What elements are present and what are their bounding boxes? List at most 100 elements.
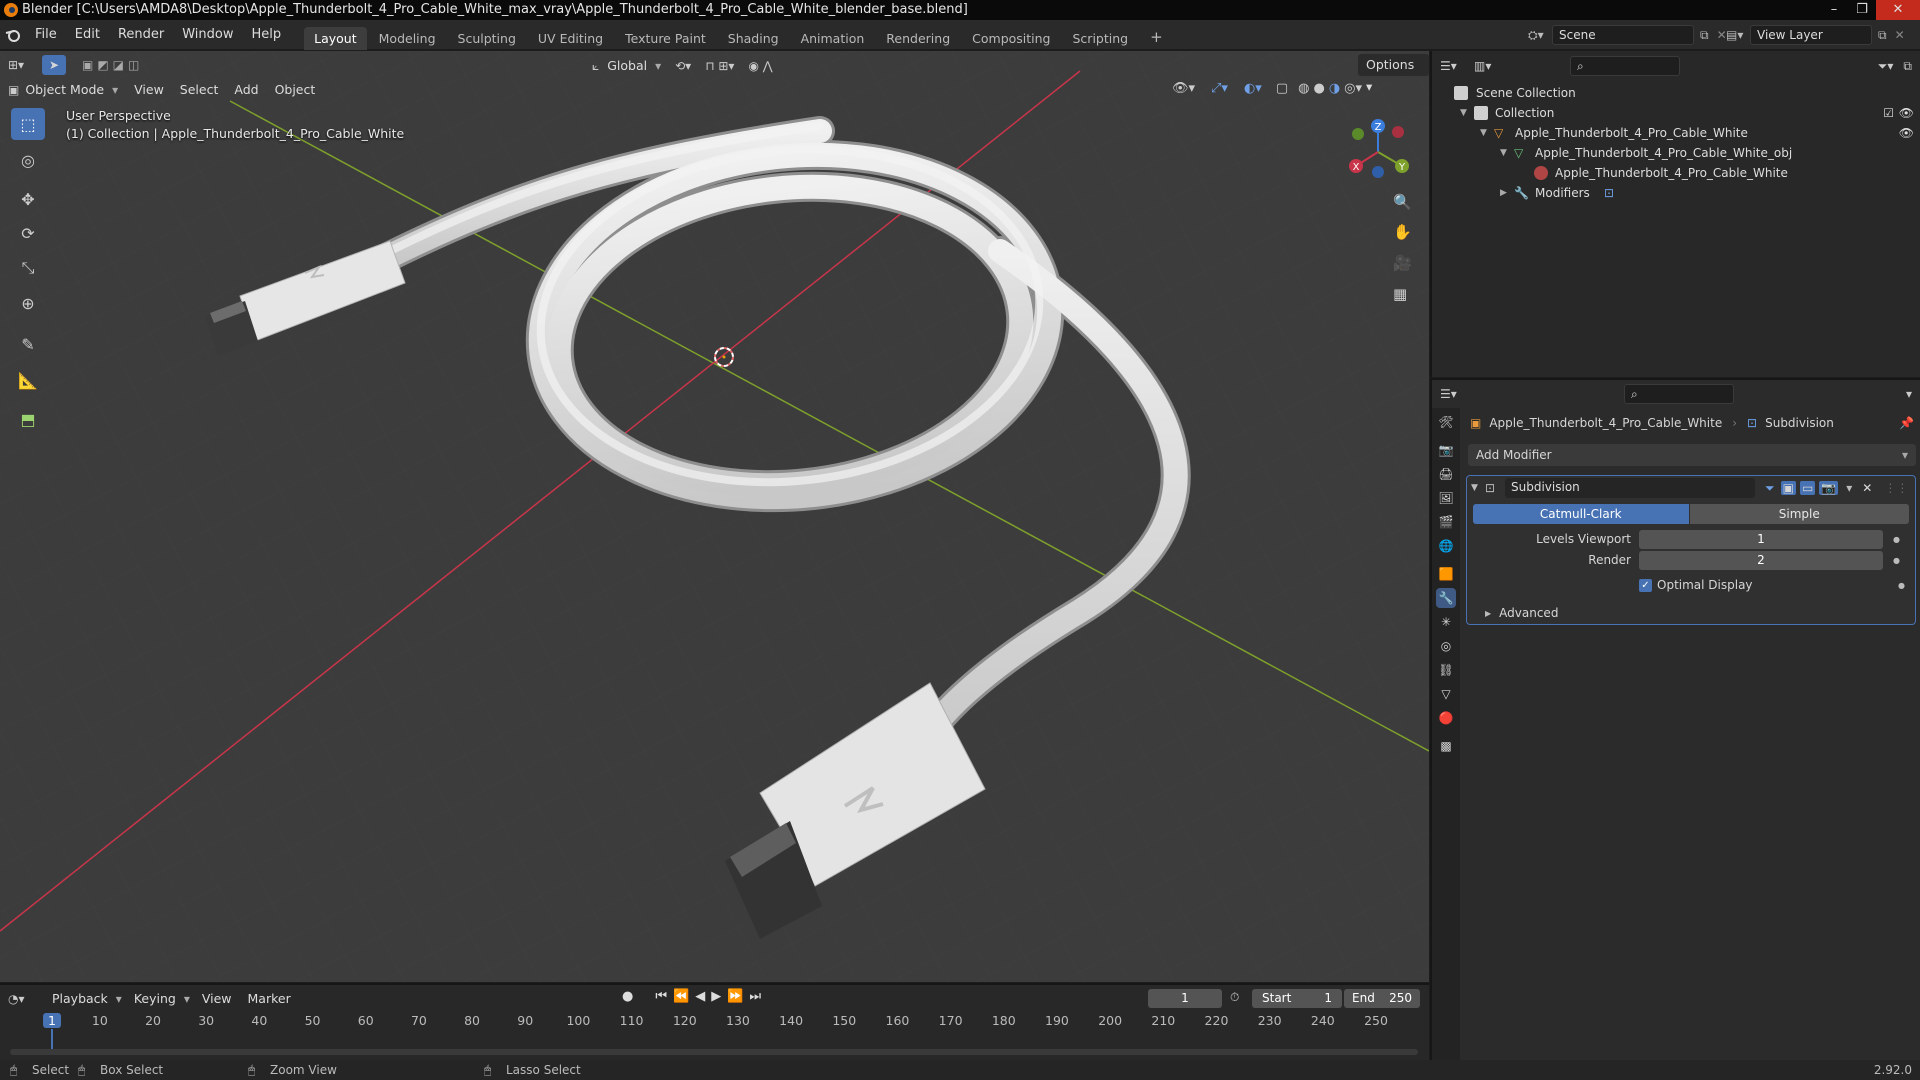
- filter-icon[interactable]: ⏷▾: [1878, 59, 1894, 74]
- gizmo-toggle-icon[interactable]: ⤢▾: [1211, 81, 1228, 96]
- tab-uv-editing[interactable]: UV Editing: [528, 27, 613, 50]
- scale-tool[interactable]: ⤡: [11, 252, 45, 284]
- select-tool-icon[interactable]: ➤: [42, 55, 66, 75]
- 3d-viewport[interactable]: ⊞▾ ➤ ▣◩◪◫ ⟀ Global ▾ ⟲▾ ⊓ ⊞▾ ◉ ⋀ Options…: [0, 51, 1429, 982]
- simple-button[interactable]: Simple: [1689, 504, 1909, 524]
- pan-hand-icon[interactable]: ✋: [1393, 223, 1412, 241]
- tab-layout[interactable]: Layout: [304, 26, 367, 50]
- keyframe-dot-icon[interactable]: ●: [1893, 535, 1900, 544]
- remove-modifier-icon[interactable]: ✕: [1862, 481, 1872, 495]
- cage-toggle-icon[interactable]: ▣: [1780, 481, 1796, 495]
- camera-view-icon[interactable]: 🎥: [1393, 254, 1412, 272]
- outliner-row-mesh[interactable]: ▼ ▽ Apple_Thunderbolt_4_Pro_Cable_White_…: [1432, 143, 1920, 163]
- outliner-row-scene-collection[interactable]: Scene Collection: [1432, 83, 1920, 103]
- view-layer-tab-icon[interactable]: 🖼: [1436, 488, 1456, 508]
- viewport-menu-view[interactable]: View: [126, 79, 172, 101]
- properties-search-input[interactable]: ⌕: [1624, 384, 1734, 404]
- tool-tab-icon[interactable]: 🛠: [1436, 412, 1456, 432]
- blender-menu-icon[interactable]: [0, 20, 26, 50]
- edit-mode-toggle-icon[interactable]: ⏷: [1765, 481, 1775, 496]
- material-tab-icon[interactable]: 🔴: [1436, 708, 1456, 728]
- wireframe-shading-icon[interactable]: ◍: [1298, 81, 1309, 96]
- expand-arrow-icon[interactable]: ▼: [1460, 103, 1467, 123]
- tab-shading[interactable]: Shading: [718, 27, 789, 50]
- menu-help[interactable]: Help: [243, 27, 291, 42]
- scene-name-field[interactable]: Scene: [1552, 25, 1694, 45]
- subdivision-modifier-icon[interactable]: ⊡: [1604, 183, 1614, 203]
- exclude-checkbox-icon[interactable]: ☑: [1883, 103, 1894, 123]
- render-tab-icon[interactable]: 📷: [1436, 440, 1456, 460]
- navigation-gizmo[interactable]: Z Y X: [1338, 114, 1414, 186]
- display-mode-icon[interactable]: ▥▾: [1474, 59, 1534, 73]
- pivot-point-icon[interactable]: ⟲▾: [675, 59, 691, 73]
- options-dropdown[interactable]: Options ▾: [1358, 54, 1429, 94]
- add-modifier-dropdown[interactable]: Add Modifier ▾: [1468, 444, 1916, 466]
- viewport-menu-select[interactable]: Select: [172, 79, 227, 101]
- menu-window[interactable]: Window: [173, 27, 242, 42]
- tab-modeling[interactable]: Modeling: [369, 27, 446, 50]
- move-tool[interactable]: ✥: [11, 183, 45, 215]
- menu-render[interactable]: Render: [109, 27, 173, 42]
- delete-view-layer-icon[interactable]: ✕: [1895, 28, 1905, 42]
- rotate-tool[interactable]: ⟳: [11, 217, 45, 249]
- select-box-tool[interactable]: ⬚: [11, 108, 45, 140]
- tab-rendering[interactable]: Rendering: [876, 27, 960, 50]
- scene-icon[interactable]: ⛭▾: [1528, 28, 1552, 43]
- constraints-tab-icon[interactable]: ⛓: [1436, 660, 1456, 680]
- expand-arrow-icon[interactable]: ▼: [1480, 123, 1487, 143]
- properties-editor-icon[interactable]: ☰▾: [1440, 387, 1474, 401]
- add-cube-tool[interactable]: ⬒: [11, 403, 45, 435]
- advanced-subpanel[interactable]: ▶ Advanced: [1467, 603, 1915, 623]
- minimize-button[interactable]: –: [1820, 0, 1848, 20]
- viewport-menu-add[interactable]: Add: [226, 79, 266, 101]
- select-mode-icons[interactable]: ▣◩◪◫: [82, 58, 143, 72]
- viewport-toggle-icon[interactable]: ▭: [1799, 481, 1816, 495]
- optimal-display-checkbox[interactable]: ✓: [1639, 578, 1652, 592]
- add-workspace-button[interactable]: +: [1140, 24, 1173, 50]
- keyframe-dot-icon[interactable]: ●: [1893, 556, 1900, 565]
- outliner-row-collection[interactable]: ▼ Collection ☑ 👁: [1432, 103, 1920, 123]
- particles-tab-icon[interactable]: ✳: [1436, 612, 1456, 632]
- tab-compositing[interactable]: Compositing: [962, 27, 1060, 50]
- transform-orientation-dropdown[interactable]: Global: [599, 55, 655, 77]
- physics-tab-icon[interactable]: ◎: [1436, 636, 1456, 656]
- tab-texture-paint[interactable]: Texture Paint: [615, 27, 716, 50]
- data-tab-icon[interactable]: ▽: [1436, 684, 1456, 704]
- annotate-tool[interactable]: ✎: [11, 328, 45, 360]
- pin-icon[interactable]: 📌: [1899, 416, 1914, 430]
- tab-scripting[interactable]: Scripting: [1063, 27, 1139, 50]
- expand-arrow-icon[interactable]: ▼: [1500, 143, 1507, 163]
- object-visibility-eye-icon[interactable]: 👁: [1899, 123, 1914, 143]
- transform-tool[interactable]: ⊕: [11, 287, 45, 319]
- overlay-toggle-icon[interactable]: ◐▾: [1244, 81, 1262, 96]
- tab-sculpting[interactable]: Sculpting: [448, 27, 526, 50]
- world-tab-icon[interactable]: 🌐: [1436, 536, 1456, 556]
- object-tab-icon[interactable]: 🟧: [1436, 564, 1456, 584]
- visibility-eye-icon[interactable]: 👁: [1899, 103, 1914, 123]
- outliner-editor-icon[interactable]: ☰▾: [1440, 59, 1474, 73]
- modifier-tab-icon[interactable]: 🔧: [1436, 588, 1456, 608]
- material-shading-icon[interactable]: ◑: [1329, 81, 1340, 96]
- close-button[interactable]: ✕: [1876, 0, 1920, 20]
- scene-tab-icon[interactable]: 🎬: [1436, 512, 1456, 532]
- panel-collapse-icon[interactable]: ▼: [1471, 483, 1485, 493]
- proportional-edit-icon[interactable]: ◉ ⋀: [748, 59, 772, 73]
- new-scene-icon[interactable]: ⧉: [1700, 28, 1709, 43]
- outliner-row-modifiers[interactable]: ▶ 🔧 Modifiers ⊡: [1432, 183, 1920, 203]
- view-layer-field[interactable]: View Layer: [1750, 25, 1872, 45]
- tab-animation[interactable]: Animation: [791, 27, 875, 50]
- perspective-toggle-icon[interactable]: ▦: [1393, 285, 1407, 303]
- drag-handle-icon[interactable]: ⋮⋮: [1884, 481, 1908, 495]
- outliner-search-input[interactable]: ⌕: [1570, 56, 1680, 76]
- new-view-layer-icon[interactable]: ⧉: [1878, 28, 1887, 43]
- expand-advanced-icon[interactable]: ▶: [1485, 609, 1491, 618]
- new-collection-icon[interactable]: ⧉: [1903, 59, 1912, 74]
- texture-tab-icon[interactable]: ▩: [1436, 736, 1456, 756]
- viewport-menu-object[interactable]: Object: [267, 79, 324, 101]
- timeline-scrollbar[interactable]: [10, 1049, 1418, 1055]
- render-levels-field[interactable]: 2: [1639, 550, 1883, 570]
- snap-icon[interactable]: ⊓ ⊞▾: [705, 59, 734, 73]
- measure-tool[interactable]: 📐: [11, 364, 45, 396]
- mode-dropdown[interactable]: Object Mode: [23, 79, 112, 101]
- render-toggle-icon[interactable]: 📷: [1819, 481, 1839, 495]
